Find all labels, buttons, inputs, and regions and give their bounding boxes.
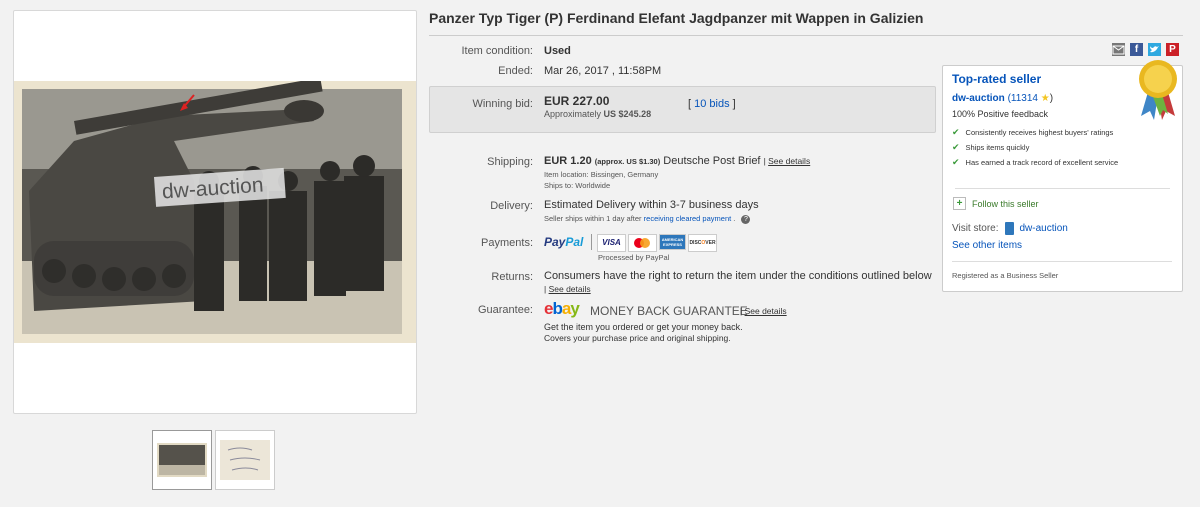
shipping-approx: (approx. US $1.30) (594, 157, 661, 166)
bullet-text: Has earned a track record of excellent s… (965, 158, 1119, 167)
thumbnail-2[interactable] (215, 430, 275, 490)
seller-bullet: ✔ Has earned a track record of excellent … (952, 157, 1122, 168)
positive-feedback: 100% Positive feedback (952, 109, 1049, 119)
plus-icon: + (953, 197, 966, 210)
condition-value: Used (544, 45, 571, 57)
check-icon: ✔ (952, 127, 960, 137)
star-icon: ★ (1037, 93, 1050, 104)
help-icon[interactable]: ? (741, 215, 751, 224)
ended-value: Mar 26, 2017 , 11:58PM (544, 65, 662, 77)
business-seller-note: Registered as a Business Seller (952, 271, 1059, 280)
pinterest-icon[interactable]: P (1166, 43, 1179, 56)
store-icon (1004, 222, 1014, 235)
see-other-items-link[interactable]: See other items (952, 240, 1022, 251)
visit-store: Visit store: dw-auction (952, 222, 1068, 235)
guarantee-label: Guarantee: (477, 304, 533, 316)
paypal-logo: PayPal (544, 235, 584, 249)
shipping-label: Shipping: (487, 156, 533, 168)
shipping-price: EUR 1.20 (544, 155, 592, 167)
feedback-score-close: ) (1049, 93, 1054, 104)
seller-bullet: ✔ Consistently receives highest buyers' r… (952, 127, 1142, 138)
top-rated-label: Top-rated seller (952, 72, 1042, 86)
ribbon-icon (1135, 58, 1181, 125)
check-icon: ✔ (952, 142, 960, 152)
ebay-logo: ebay (544, 299, 580, 318)
seller-box: Top-rated seller dw-auction (11314 ★) 10… (942, 60, 1183, 292)
visit-store-label: Visit store: (952, 223, 999, 234)
follow-seller[interactable]: + Follow this seller (953, 197, 1039, 210)
approx-prefix: Approximately (544, 109, 602, 119)
title-divider (429, 35, 1183, 36)
thumbnail-1[interactable] (152, 430, 212, 490)
seller-name-link[interactable]: dw-auction (952, 93, 1005, 104)
returns-see-details: | See details (544, 284, 591, 294)
bids-link-wrap: [ 10 bids ] (688, 98, 736, 110)
main-photo[interactable]: dw-auction (14, 81, 416, 343)
facebook-icon[interactable]: f (1130, 43, 1143, 56)
card-logos: VISA AMERICAN EXPRESS DISCOVER (597, 234, 717, 252)
guarantee-line-2: Covers your purchase price and original … (544, 333, 731, 343)
approx-line: Approximately US $245.28 (544, 109, 651, 119)
mastercard-icon (628, 234, 657, 252)
delivery-label: Delivery: (490, 200, 533, 212)
tank-photo-image (14, 81, 416, 343)
cleared-payment-link[interactable]: receiving cleared payment (644, 214, 732, 223)
shipping-line: EUR 1.20 (approx. US $1.30) Deutsche Pos… (544, 155, 811, 167)
guarantee-see-details: | See details (740, 306, 787, 316)
returns-value: Consumers have the right to return the i… (544, 270, 932, 282)
bullet-text: Consistently receives highest buyers' ra… (965, 128, 1114, 137)
payments-label: Payments: (481, 237, 533, 249)
thumbnail-backside-icon (220, 440, 270, 480)
seller-divider-2 (952, 261, 1172, 262)
shipping-see-details-link[interactable]: See details (768, 156, 810, 166)
seller-bullet: ✔ Ships items quickly (952, 142, 1142, 153)
winning-bid-value: EUR 227.00 (544, 94, 610, 108)
shipping-method: Deutsche Post Brief (663, 155, 761, 167)
check-icon: ✔ (952, 157, 960, 167)
payments-divider (591, 234, 592, 250)
guarantee-line-1: Get the item you ordered or get your mon… (544, 322, 743, 332)
returns-label: Returns: (491, 271, 533, 283)
item-location: Item location: Bissingen, Germany (544, 170, 659, 179)
email-icon[interactable] (1112, 43, 1125, 56)
winning-bid-label: Winning bid: (472, 98, 533, 110)
approx-value: US $245.28 (603, 109, 652, 119)
seller-line: dw-auction (11314 ★) (952, 93, 1053, 104)
ships-to: Ships to: Worldwide (544, 181, 611, 190)
bids-link[interactable]: 10 bids (694, 98, 729, 110)
guarantee-see-details-link[interactable]: See details (745, 306, 787, 316)
follow-seller-label: Follow this seller (972, 198, 1039, 209)
ended-label: Ended: (498, 65, 533, 77)
twitter-icon[interactable] (1148, 43, 1161, 56)
feedback-score[interactable]: (11314 (1008, 93, 1038, 104)
listing-title: Panzer Typ Tiger (P) Ferdinand Elefant J… (429, 10, 924, 26)
discover-icon: DISCOVER (688, 234, 717, 252)
condition-label: Item condition: (461, 45, 533, 57)
processed-by: Processed by PayPal (598, 253, 670, 262)
store-link[interactable]: dw-auction (1020, 223, 1068, 234)
bullet-text: Ships items quickly (965, 143, 1030, 152)
amex-icon: AMERICAN EXPRESS (659, 234, 686, 250)
delivery-note: Seller ships within 1 day after (544, 214, 642, 223)
returns-see-details-link[interactable]: See details (549, 284, 591, 294)
delivery-value: Estimated Delivery within 3-7 business d… (544, 199, 759, 211)
delivery-note-line: Seller ships within 1 day after receivin… (544, 214, 751, 224)
money-back-guarantee: MONEY BACK GUARANTEE (590, 304, 748, 318)
seller-divider (955, 188, 1170, 189)
visa-icon: VISA (597, 234, 626, 252)
thumbnail-photo-icon (157, 443, 207, 477)
seller-bullets: ✔ Consistently receives highest buyers' r… (952, 128, 1142, 170)
thumbnail-strip (152, 430, 275, 490)
main-image-box[interactable]: dw-auction (13, 10, 417, 414)
